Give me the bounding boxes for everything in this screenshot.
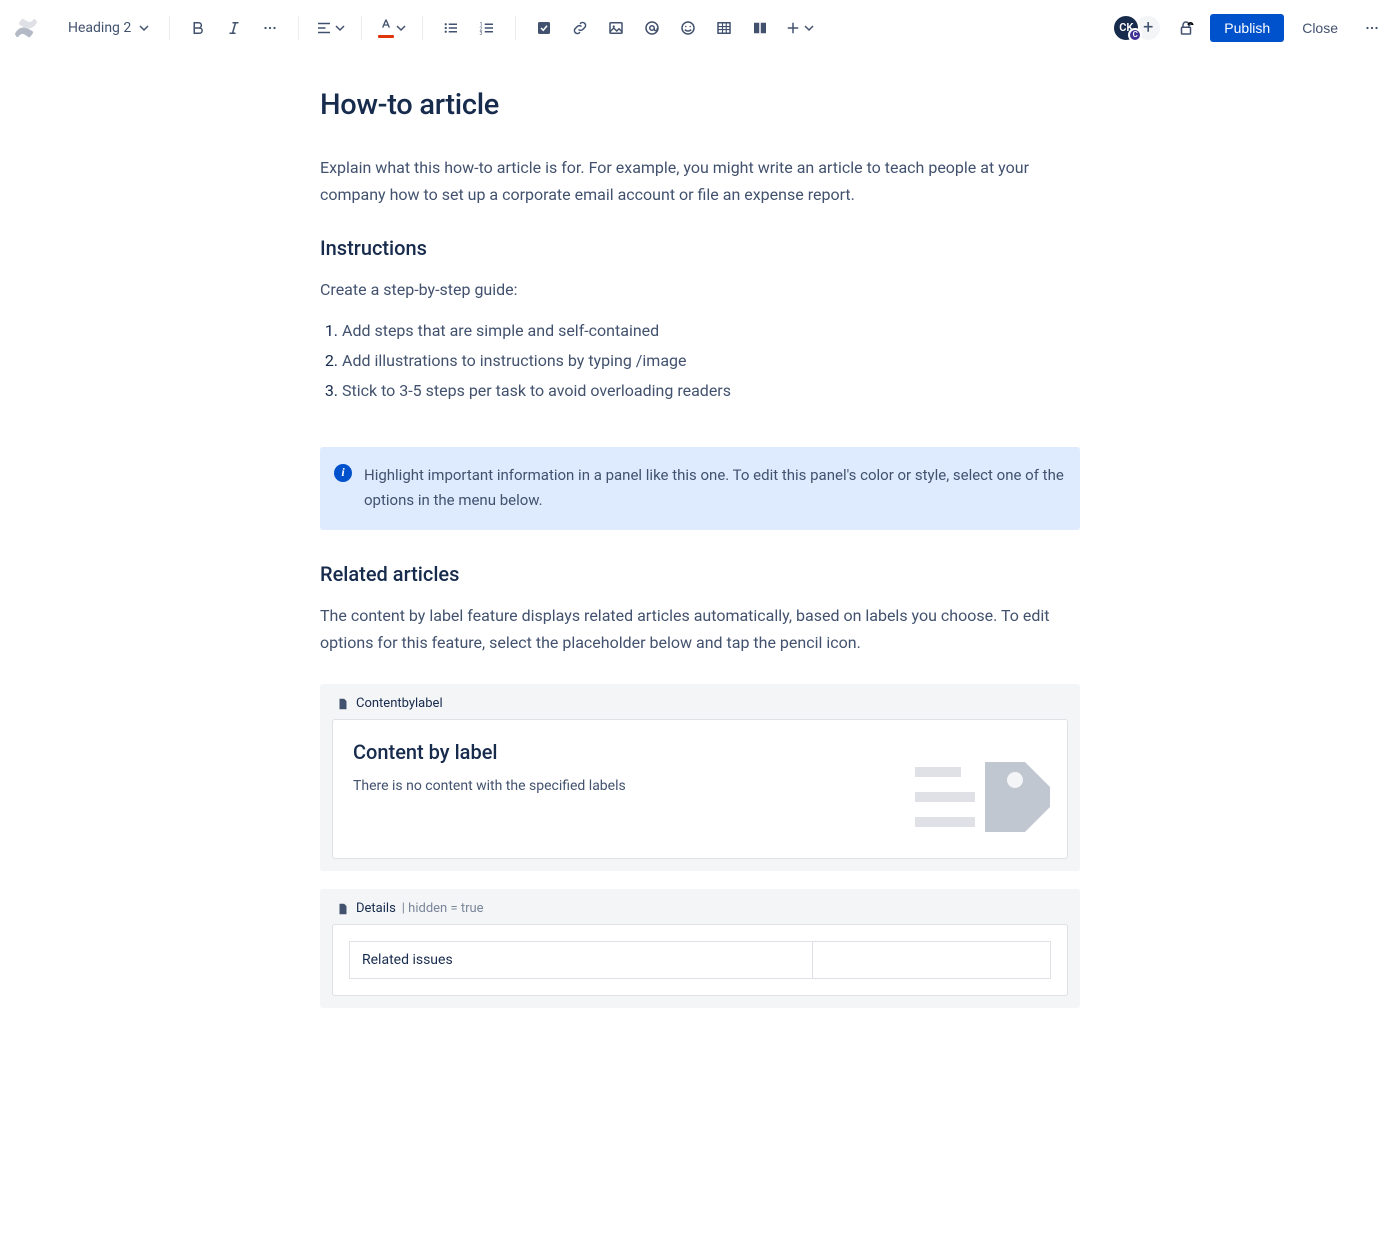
content-by-label-macro[interactable]: Contentbylabel Content by label There is… [320, 684, 1080, 871]
image-button[interactable] [600, 12, 632, 44]
emoji-button[interactable] [672, 12, 704, 44]
collaborator-avatars: CK C + [1112, 14, 1162, 42]
list-item[interactable]: Stick to 3-5 steps per task to avoid ove… [342, 376, 1080, 406]
table-button[interactable] [708, 12, 740, 44]
separator [298, 16, 299, 40]
link-button[interactable] [564, 12, 596, 44]
intro-paragraph[interactable]: Explain what this how-to article is for.… [320, 154, 1080, 208]
related-intro[interactable]: The content by label feature displays re… [320, 602, 1080, 656]
details-macro[interactable]: Details | hidden = true Related issues [320, 889, 1080, 1008]
macro-body: Content by label There is no content wit… [332, 719, 1068, 859]
text-style-label: Heading 2 [68, 20, 131, 36]
table-cell-label[interactable]: Related issues [350, 942, 813, 979]
list-item[interactable]: Add illustrations to instructions by typ… [342, 346, 1080, 376]
numbered-list-button[interactable]: 123 [471, 12, 503, 44]
document-icon [336, 902, 350, 916]
more-formatting-button[interactable] [254, 12, 286, 44]
separator [422, 16, 423, 40]
separator [361, 16, 362, 40]
macro-header: Contentbylabel [332, 696, 1068, 711]
steps-list[interactable]: Add steps that are simple and self-conta… [320, 316, 1080, 407]
text-align-button[interactable] [311, 12, 349, 44]
bullet-list-button[interactable] [435, 12, 467, 44]
more-actions-button[interactable] [1356, 12, 1388, 44]
editor-content[interactable]: How-to article Explain what this how-to … [320, 56, 1080, 1088]
editor-toolbar: Heading 2 123 [0, 0, 1400, 56]
mention-button[interactable] [636, 12, 668, 44]
layouts-button[interactable] [744, 12, 776, 44]
svg-text:3: 3 [480, 30, 483, 36]
restrictions-button[interactable] [1170, 12, 1202, 44]
avatar-badge: C [1128, 28, 1142, 42]
label-illustration-icon [915, 752, 1055, 852]
text-color-swatch [378, 35, 394, 38]
confluence-logo-icon [12, 14, 40, 42]
macro-name: Details [356, 901, 396, 916]
insert-button[interactable] [780, 12, 818, 44]
instructions-heading[interactable]: Instructions [320, 236, 1080, 260]
panel-text[interactable]: Highlight important information in a pan… [364, 463, 1064, 514]
text-color-button[interactable] [374, 12, 410, 44]
close-button[interactable]: Close [1292, 14, 1348, 42]
page-title[interactable]: How-to article [320, 88, 1080, 122]
instructions-lead[interactable]: Create a step-by-step guide: [320, 276, 1080, 303]
user-avatar[interactable]: CK C [1112, 14, 1140, 42]
info-icon: i [334, 464, 352, 482]
italic-button[interactable] [218, 12, 250, 44]
macro-body: Related issues [332, 924, 1068, 996]
chevron-down-icon [396, 23, 406, 33]
action-item-button[interactable] [528, 12, 560, 44]
list-item[interactable]: Add steps that are simple and self-conta… [342, 316, 1080, 346]
table-row[interactable]: Related issues [350, 942, 1051, 979]
separator [515, 16, 516, 40]
related-articles-heading[interactable]: Related articles [320, 562, 1080, 586]
macro-meta: | hidden = true [402, 901, 484, 916]
table-cell-value[interactable] [812, 942, 1050, 979]
details-table[interactable]: Related issues [349, 941, 1051, 979]
document-icon [336, 697, 350, 711]
chevron-down-icon [139, 23, 149, 33]
macro-header: Details | hidden = true [332, 901, 1068, 916]
info-panel[interactable]: i Highlight important information in a p… [320, 447, 1080, 530]
text-style-select[interactable]: Heading 2 [60, 16, 157, 40]
bold-button[interactable] [182, 12, 214, 44]
separator [169, 16, 170, 40]
macro-name: Contentbylabel [356, 696, 443, 711]
chevron-down-icon [335, 23, 345, 33]
chevron-down-icon [804, 23, 814, 33]
publish-button[interactable]: Publish [1210, 14, 1284, 42]
